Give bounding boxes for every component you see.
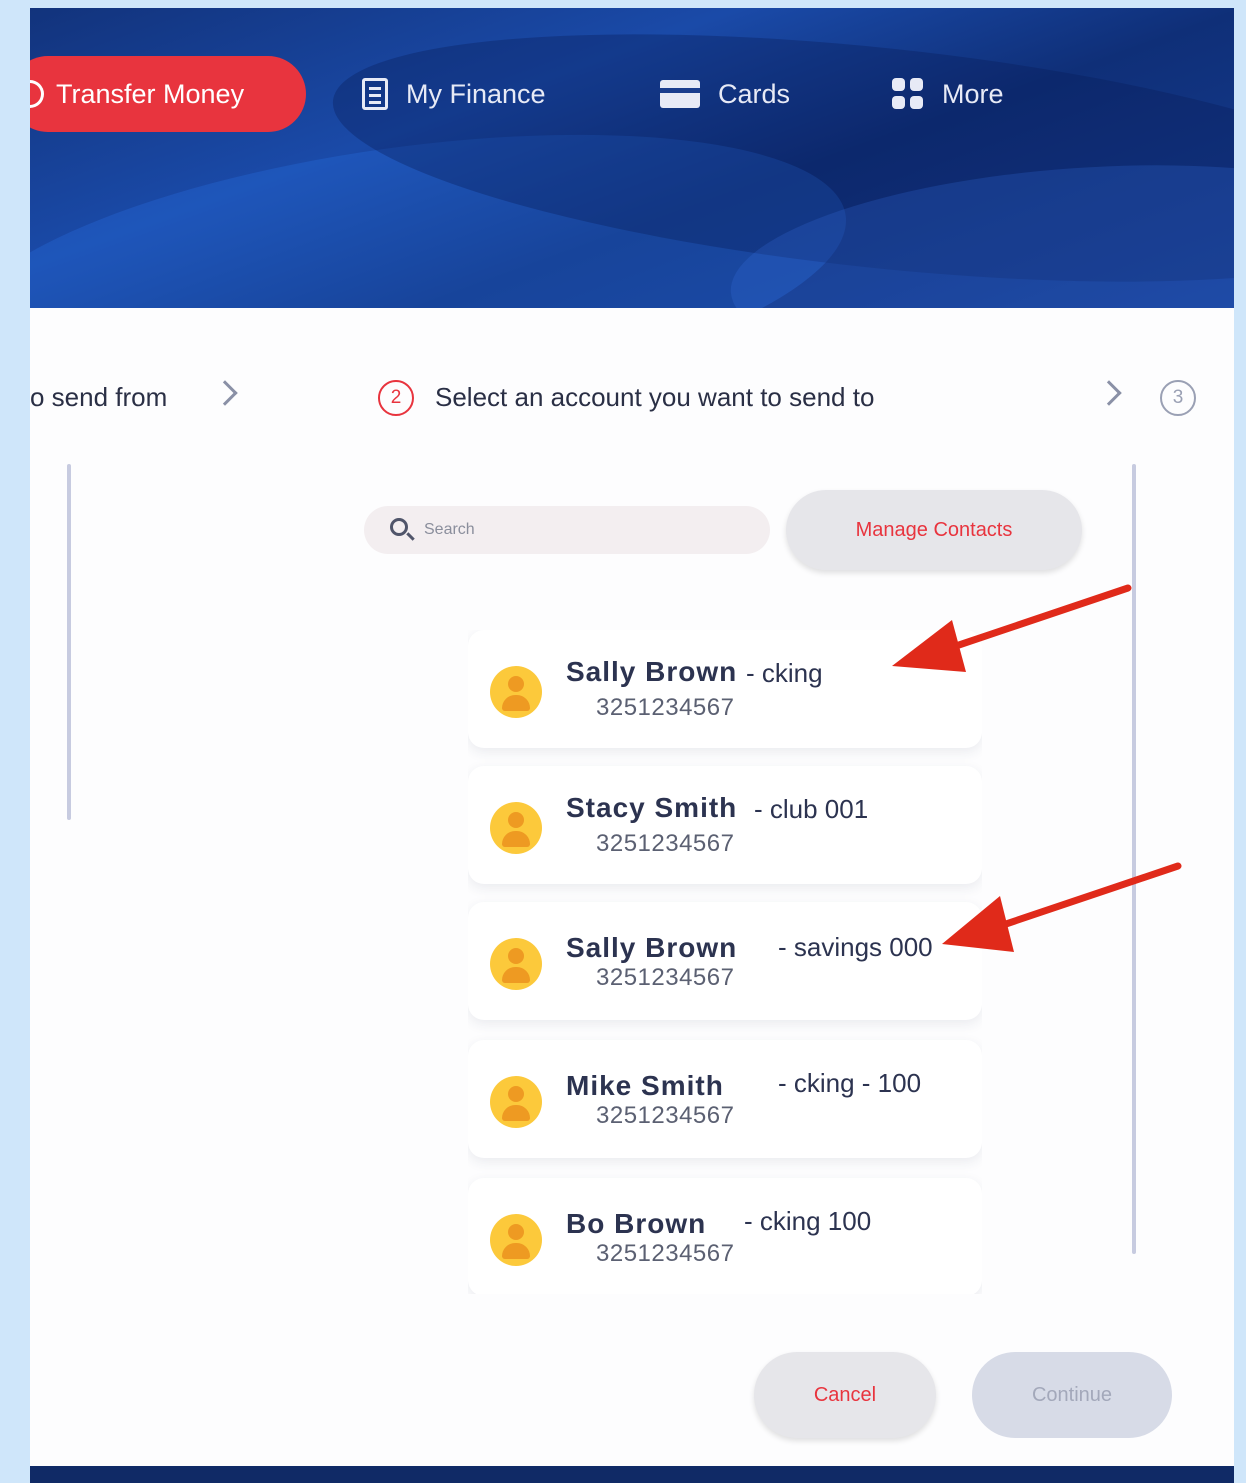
app-frame: Transfer Money My Finance Cards More o s…: [30, 8, 1234, 1483]
footer-band: [30, 1466, 1234, 1483]
cancel-button[interactable]: Cancel: [754, 1352, 936, 1438]
annotation-arrow-2: [942, 862, 1182, 952]
annotation-arrow-1: [892, 584, 1132, 672]
annotation-arrows: [892, 584, 1182, 952]
continue-button[interactable]: Continue: [972, 1352, 1172, 1438]
